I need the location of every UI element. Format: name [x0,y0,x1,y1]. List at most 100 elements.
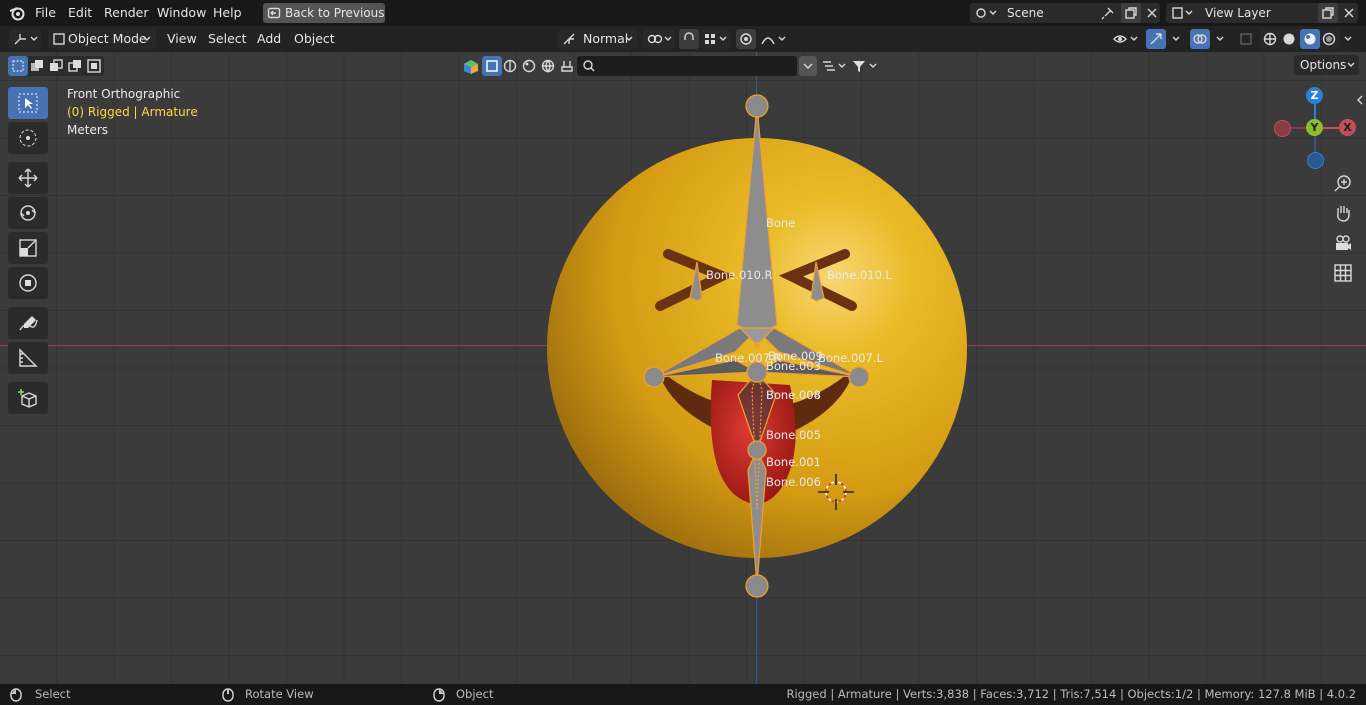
zoom-icon[interactable] [1332,173,1354,195]
xray-toggle[interactable] [1237,29,1255,49]
hand-pan-icon[interactable] [1332,202,1354,224]
wireframe-shading-icon[interactable] [1263,32,1277,46]
snap-target-dropdown[interactable] [700,29,730,49]
select-subtract-icon[interactable] [49,59,63,73]
gizmo-y-axis[interactable]: Y [1306,119,1323,136]
scale-icon [19,239,37,257]
list-filter-icon[interactable] [821,59,849,73]
back-icon [267,7,281,19]
rendered-shading-icon[interactable] [1322,32,1336,46]
gizmo-neg-x-axis[interactable] [1274,120,1291,137]
3d-viewport[interactable]: Bone Bone.010.R Bone.010.L Bone.007.R Bo… [0,52,1366,684]
select-box-tool[interactable] [8,87,48,119]
add-cube-tool[interactable] [8,382,48,414]
color-cube-icon[interactable] [463,59,479,75]
mode-dropdown[interactable]: Object Mode [48,29,156,49]
select-invert-icon[interactable] [68,59,82,73]
select-new-button[interactable] [8,56,28,76]
material-icon[interactable] [503,59,517,73]
move-tool[interactable] [8,162,48,194]
new-scene-button[interactable] [1121,3,1141,23]
add-cube-icon [18,389,37,408]
falloff-dropdown[interactable] [758,29,788,49]
material-shading-button[interactable] [1300,29,1320,49]
overlays-dropdown[interactable] [1211,29,1229,49]
menu-file[interactable]: File [35,0,56,26]
menu-help[interactable]: Help [213,0,242,26]
gizmo-x-axis[interactable]: X [1339,119,1356,136]
close-icon[interactable] [1343,7,1355,19]
funnel-icon[interactable] [851,59,881,73]
outliner-search-input[interactable] [577,56,797,76]
orientation-icon [563,33,575,45]
back-to-previous-button[interactable]: Back to Previous [263,3,385,23]
solid-shading-icon[interactable] [1282,32,1296,46]
mouse-left-icon [10,688,22,702]
brush-icon[interactable] [560,59,574,73]
camera-icon[interactable] [1332,232,1354,254]
object-menu[interactable]: Object [294,29,335,49]
proportional-editing-toggle[interactable] [736,29,756,49]
visibility-dropdown[interactable] [1110,29,1142,49]
gizmo-neg-z-axis[interactable] [1307,152,1324,169]
mouse-right-icon [433,688,445,702]
transform-tool[interactable] [8,267,48,299]
close-icon[interactable] [1146,7,1158,19]
gizmo-dropdown[interactable] [1167,29,1185,49]
gizmo-icon [1150,33,1162,45]
scene-selector[interactable]: Scene [970,3,1160,23]
search-icon [583,60,595,72]
cursor-tool[interactable] [8,122,48,154]
menu-window[interactable]: Window [157,0,206,26]
grid-snap-icon [705,34,727,44]
world-icon[interactable] [541,59,555,73]
bone-label: Bone.004 [766,388,821,402]
view-menu[interactable]: View [167,29,197,49]
pin-icon[interactable] [1101,6,1115,20]
measure-tool[interactable] [8,342,48,374]
filter-toggle[interactable] [799,56,817,76]
menu-render[interactable]: Render [104,0,149,26]
chevron-down-icon [1216,36,1224,41]
move-icon [18,168,38,188]
view-layer-selector[interactable]: View Layer [1166,3,1358,23]
select-menu[interactable]: Select [208,29,247,49]
annotate-tool[interactable] [8,307,48,339]
render-icon[interactable] [522,59,536,73]
scale-tool[interactable] [8,232,48,264]
select-extend-icon[interactable] [30,59,44,73]
falloff-icon [761,36,786,45]
filter-object-button[interactable] [482,56,502,76]
editor-type-dropdown[interactable] [9,29,41,49]
object-mode-icon [53,33,65,45]
navigation-gizmo[interactable]: Z Y X [1272,86,1358,172]
options-button[interactable]: Options [1294,55,1359,75]
back-to-previous-label: Back to Previous [285,6,385,20]
snap-toggle[interactable] [679,29,699,49]
top-bar: File Edit Render Window Help Back to Pre… [0,0,1366,26]
new-view-layer-button[interactable] [1318,3,1338,23]
options-label: Options [1300,58,1347,72]
bone-label: Bone.003 [766,359,821,373]
copy-icon [1125,7,1137,19]
blender-logo-icon[interactable] [8,4,26,22]
orientation-label: Normal [583,31,629,46]
copy-icon [1322,7,1334,19]
chevron-down-icon[interactable] [1343,34,1353,44]
grid-view-icon[interactable] [1332,262,1354,284]
gizmo-toggle[interactable] [1146,29,1166,49]
add-menu[interactable]: Add [257,29,281,49]
ruler-icon [19,348,38,367]
rotate-tool[interactable] [8,197,48,229]
bone-label: Bone [766,216,796,230]
gizmo-z-axis[interactable]: Z [1306,87,1323,104]
chevron-down-icon [1172,36,1180,41]
transform-orientation-dropdown[interactable]: Normal [558,29,637,49]
select-intersect-icon[interactable] [87,59,101,73]
overlays-toggle[interactable] [1190,29,1210,49]
pivot-point-dropdown[interactable] [643,29,675,49]
chevron-down-icon [143,36,151,41]
menu-edit[interactable]: Edit [68,0,92,26]
select-new-icon [12,60,24,72]
xray-icon [1240,33,1252,45]
